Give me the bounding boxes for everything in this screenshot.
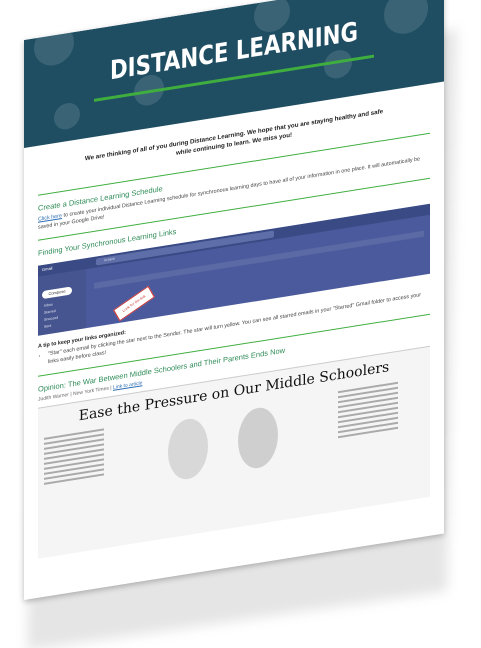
text-column xyxy=(338,381,398,442)
newsletter-page: DISTANCE LEARNING We are thinking of all… xyxy=(24,0,444,601)
gmail-logo: Gmail xyxy=(42,265,53,272)
compose-button: Compose xyxy=(42,286,72,299)
text-column xyxy=(44,428,104,488)
bokeh-dot xyxy=(34,22,74,69)
page-canvas: DISTANCE LEARNING We are thinking of all… xyxy=(0,0,481,648)
callout-label: Look for the link xyxy=(113,285,155,322)
nav-item: Inbox xyxy=(44,302,53,308)
bokeh-dot xyxy=(54,101,80,132)
illustration-figure xyxy=(238,404,278,472)
page-title: DISTANCE LEARNING xyxy=(109,17,359,87)
gmail-sidebar: Compose Inbox Starred Snoozed Sent xyxy=(38,268,86,336)
nav-item: Sent xyxy=(44,323,52,329)
nav-item: Starred xyxy=(44,308,56,315)
illustration-figure xyxy=(168,415,208,483)
nav-item: Snoozed xyxy=(44,315,59,322)
article-link[interactable]: Link to article xyxy=(113,380,142,391)
